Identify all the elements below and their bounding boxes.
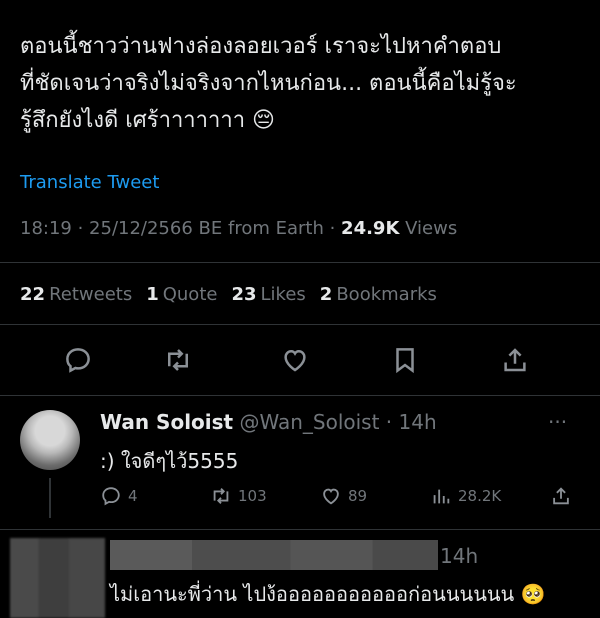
more-options-icon[interactable]: ··· bbox=[548, 410, 567, 434]
tweet-meta: 18:19 · 25/12/2566 BE from Earth · 24.9K… bbox=[20, 218, 458, 239]
reply-actions: 4 103 89 28.2K bbox=[100, 485, 580, 509]
share-icon[interactable] bbox=[500, 345, 530, 375]
views-label: Views bbox=[405, 218, 458, 239]
divider bbox=[0, 529, 600, 530]
reply-retweets-count: 103 bbox=[238, 487, 267, 505]
quotes-stat[interactable]: 1 Quote bbox=[146, 284, 217, 305]
reply-views-count: 28.2K bbox=[458, 487, 502, 505]
divider bbox=[0, 395, 600, 396]
reply-likes-count: 89 bbox=[348, 487, 368, 505]
tweet-time: 18:19 bbox=[20, 218, 72, 239]
divider bbox=[0, 324, 600, 325]
reply-replies-count: 4 bbox=[128, 487, 138, 505]
retweet-icon[interactable] bbox=[163, 345, 193, 375]
translate-tweet-link[interactable]: Translate Tweet bbox=[20, 172, 159, 193]
retweet-icon bbox=[213, 488, 229, 504]
like-icon bbox=[323, 488, 339, 505]
share-icon bbox=[553, 487, 569, 505]
reply-views-button[interactable]: 28.2K bbox=[430, 485, 501, 507]
tweet-stats: 22 Retweets 1 Quote 23 Likes 2 Bookmarks bbox=[20, 284, 437, 305]
reply-header: Wan Soloist @Wan_Soloist · 14h bbox=[100, 410, 437, 434]
like-icon[interactable] bbox=[280, 345, 310, 375]
reply-retweet-button[interactable]: 103 bbox=[210, 485, 267, 507]
tweet-source: from Earth bbox=[227, 218, 324, 239]
tweet-date: 25/12/2566 BE bbox=[89, 218, 223, 239]
reply-text: :) ใจดีๆไว้5555 bbox=[100, 449, 239, 473]
reply-author-handle[interactable]: @Wan_Soloist bbox=[239, 410, 379, 434]
tweet-actions bbox=[0, 345, 600, 381]
views-count: 24.9K bbox=[341, 218, 400, 239]
blurred-author bbox=[110, 540, 438, 570]
views-icon bbox=[433, 489, 450, 504]
reply2-text: ไม่เอานะพี่ว่าน ไปง้อออออออออออก่อนนนนนน… bbox=[110, 582, 546, 606]
likes-stat[interactable]: 23 Likes bbox=[231, 284, 305, 305]
divider bbox=[0, 262, 600, 263]
reply2-age: 14h bbox=[440, 544, 479, 568]
reply-reply-button[interactable]: 4 bbox=[100, 485, 138, 507]
reply-icon[interactable] bbox=[63, 345, 93, 375]
avatar[interactable] bbox=[20, 410, 80, 470]
thread-line bbox=[49, 478, 51, 518]
reply-share-button[interactable] bbox=[550, 485, 572, 507]
bookmarks-stat[interactable]: 2 Bookmarks bbox=[320, 284, 437, 305]
reply-like-button[interactable]: 89 bbox=[320, 485, 367, 507]
bookmark-icon[interactable] bbox=[390, 345, 420, 375]
blurred-avatar[interactable] bbox=[10, 538, 105, 618]
reply-author-name[interactable]: Wan Soloist bbox=[100, 410, 233, 434]
reply-age: 14h bbox=[398, 410, 437, 434]
retweets-stat[interactable]: 22 Retweets bbox=[20, 284, 132, 305]
reply-icon bbox=[102, 487, 120, 506]
tweet-text: ตอนนี้ชาวว่านฟางล่องลอยเวอร์ เราจะไปหาคำ… bbox=[20, 34, 517, 133]
